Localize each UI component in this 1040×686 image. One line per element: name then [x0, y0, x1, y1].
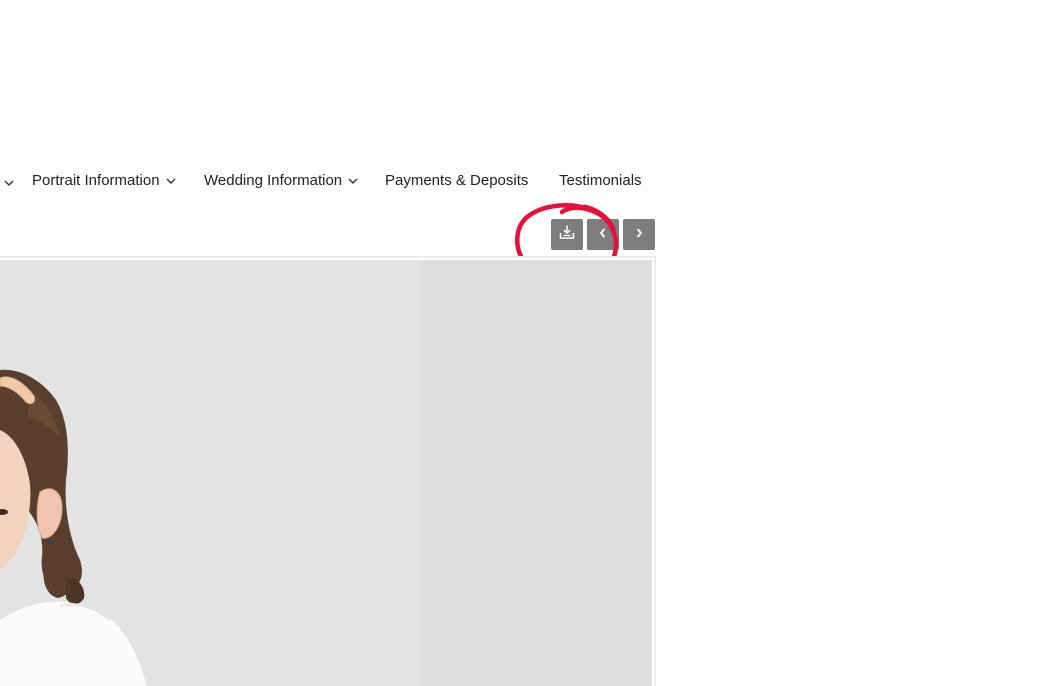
nav-item-label: Testimonials — [559, 172, 642, 189]
nav-item-wedding-information[interactable]: Wedding Information — [204, 172, 358, 189]
download-button[interactable] — [551, 219, 583, 250]
previous-image-button[interactable] — [587, 219, 619, 250]
nav-item-portrait-information[interactable]: Portrait Information — [32, 172, 176, 189]
nav-item-label: Wedding Information — [204, 172, 343, 189]
download-tray-icon — [559, 224, 575, 245]
gallery-photo-frame — [0, 256, 656, 686]
nav-item-label: Portrait Information — [32, 172, 160, 189]
next-image-button[interactable] — [623, 219, 655, 250]
nav-item-payments-deposits[interactable]: Payments & Deposits — [385, 172, 528, 189]
chevron-right-icon — [634, 226, 644, 244]
nav-item-label: Payments & Deposits — [385, 172, 529, 189]
nav-item-testimonials[interactable]: Testimonials — [559, 172, 642, 189]
chevron-left-icon — [598, 226, 608, 244]
chevron-down-icon[interactable] — [4, 175, 14, 193]
chevron-down-icon — [166, 176, 176, 186]
gallery-photo[interactable] — [0, 260, 652, 686]
page: Portrait Information Wedding Information… — [0, 0, 1040, 686]
chevron-down-icon — [348, 176, 358, 186]
